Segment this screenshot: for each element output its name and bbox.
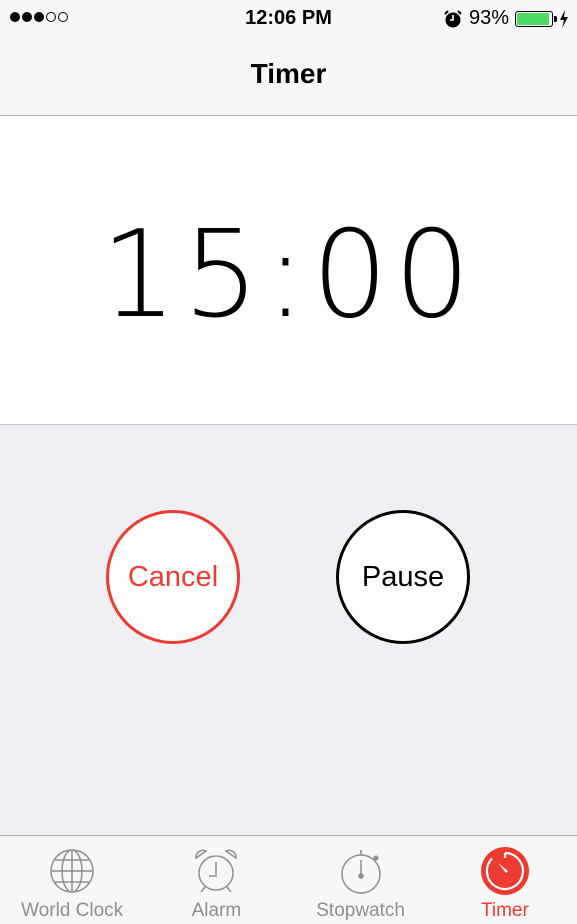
alarm-clock-icon (444, 9, 462, 27)
page-title: Timer (250, 58, 327, 89)
tab-label: Stopwatch (316, 900, 405, 921)
tab-timer[interactable]: Timer (433, 836, 577, 924)
stopwatch-icon (340, 850, 381, 894)
alarm-clock-icon (195, 849, 238, 893)
tab-label: World Clock (21, 900, 124, 921)
battery-icon (515, 10, 557, 27)
navigation-bar: Timer (0, 38, 577, 116)
tab-stopwatch[interactable]: Stopwatch (289, 836, 433, 924)
globe-icon (50, 849, 94, 893)
timer-controls: Cancel Pause (0, 425, 577, 835)
tab-world-clock[interactable]: World Clock (0, 836, 144, 924)
tab-label: Alarm (191, 900, 242, 921)
timer-icon (480, 847, 529, 895)
timer-display-area: 15:00 (0, 116, 577, 425)
status-bar: 12:06 PM 93% (0, 0, 577, 38)
battery-fill (517, 12, 549, 25)
timer-countdown: 15:00 (100, 206, 477, 345)
lightning-bolt-icon (560, 9, 568, 28)
pause-button[interactable]: Pause (336, 510, 470, 644)
tab-bar: World Clock Alarm Stopwatch Timer (0, 835, 577, 924)
tab-label: Timer (480, 900, 529, 921)
tab-alarm[interactable]: Alarm (144, 836, 288, 924)
battery-percent: 93% (468, 7, 509, 29)
cancel-button[interactable]: Cancel (106, 510, 240, 644)
